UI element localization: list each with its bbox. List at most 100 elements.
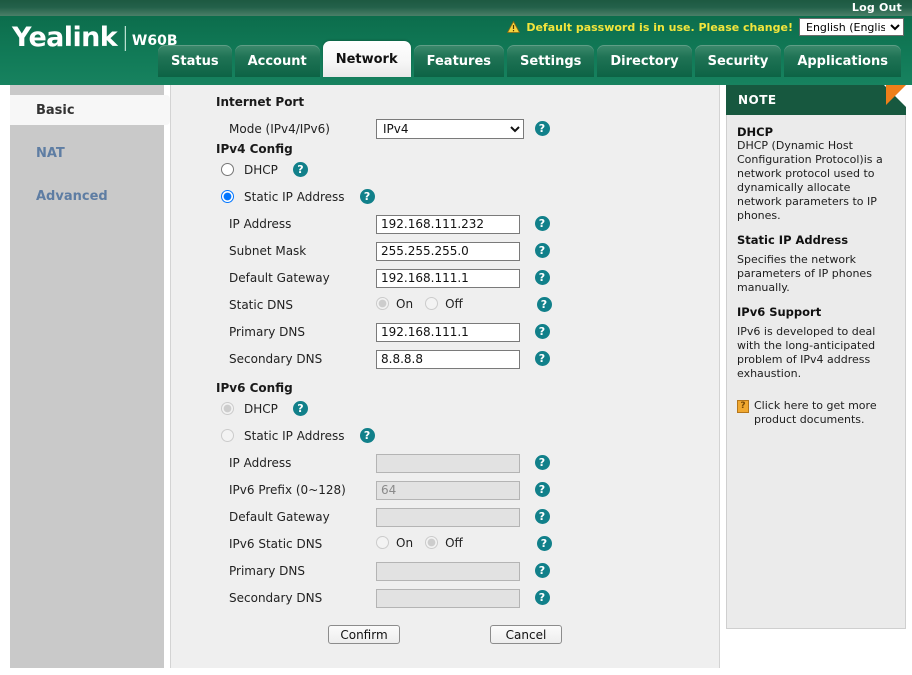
ipv4-secondary-dns-label: Secondary DNS	[171, 352, 376, 366]
ipv4-dhcp-row: DHCP ?	[171, 156, 719, 183]
warning-triangle-icon	[507, 21, 520, 33]
sidebar-item-advanced[interactable]: Advanced	[10, 181, 164, 211]
ipv4-default-gateway-input[interactable]	[376, 269, 520, 288]
help-icon[interactable]: ?	[535, 324, 550, 339]
help-icon[interactable]: ?	[293, 162, 308, 177]
note-text-static-ip: Specifies the network parameters of IP p…	[737, 253, 895, 295]
note-body: DHCP DHCP (Dynamic Host Configuration Pr…	[726, 115, 906, 629]
ipv4-dhcp-radio[interactable]	[221, 163, 234, 176]
ipv6-ip-address-input[interactable]	[376, 454, 520, 473]
sidebar-item-basic[interactable]: Basic	[10, 95, 170, 125]
ipv4-static-radio[interactable]	[221, 190, 234, 203]
body-area: Basic NAT Advanced Internet Port Mode (I…	[0, 85, 912, 675]
help-icon[interactable]: ?	[535, 590, 550, 605]
help-icon[interactable]: ?	[537, 297, 552, 312]
ipv6-dhcp-row: DHCP ?	[171, 395, 719, 422]
help-icon[interactable]: ?	[535, 509, 550, 524]
ipv6-dhcp-radio[interactable]	[221, 402, 234, 415]
sidebar-item-label: Basic	[36, 103, 75, 118]
tab-network[interactable]: Network	[323, 41, 411, 77]
brand-logo: Yealink|W60B	[12, 22, 178, 56]
sidebar: Basic NAT Advanced	[10, 85, 164, 668]
tab-features[interactable]: Features	[414, 45, 504, 77]
ipv4-subnet-mask-input[interactable]	[376, 242, 520, 261]
sidebar-item-nat[interactable]: NAT	[10, 138, 164, 168]
section-title-internet-port: Internet Port	[171, 95, 719, 109]
help-icon[interactable]: ?	[360, 189, 375, 204]
tab-settings[interactable]: Settings	[507, 45, 594, 77]
field-row-ipv6-static-dns: IPv6 Static DNS On Off ?	[171, 530, 719, 557]
note-text-dhcp: DHCP (Dynamic Host Configuration Protoco…	[737, 139, 895, 223]
field-row-ipv6-default-gateway: Default Gateway ?	[171, 503, 719, 530]
help-icon[interactable]: ?	[535, 270, 550, 285]
field-row-ipv6-ip-address: IP Address ?	[171, 449, 719, 476]
help-icon[interactable]: ?	[360, 428, 375, 443]
ipv4-primary-dns-label: Primary DNS	[171, 325, 376, 339]
ipv6-primary-dns-input[interactable]	[376, 562, 520, 581]
ipv6-static-radio[interactable]	[221, 429, 234, 442]
tab-applications[interactable]: Applications	[784, 45, 901, 77]
section-title-ipv4-config: IPv4 Config	[171, 142, 719, 156]
ipv4-static-dns-label: Static DNS	[171, 298, 376, 312]
field-row-ipv4-subnet-mask: Subnet Mask ?	[171, 237, 719, 264]
ipv6-secondary-dns-input[interactable]	[376, 589, 520, 608]
help-icon[interactable]: ?	[535, 482, 550, 497]
confirm-button[interactable]: Confirm	[328, 625, 400, 644]
tab-account[interactable]: Account	[235, 45, 320, 77]
help-icon[interactable]: ?	[535, 243, 550, 258]
ipv4-ip-address-input[interactable]	[376, 215, 520, 234]
product-documents-link[interactable]: ? Click here to get more product documen…	[737, 399, 895, 427]
mode-select[interactable]: IPv4	[376, 119, 524, 139]
note-heading-ipv6-support: IPv6 Support	[737, 305, 895, 319]
field-row-ipv4-secondary-dns: Secondary DNS ?	[171, 345, 719, 372]
field-row-ipv4-static-dns: Static DNS On Off ?	[171, 291, 719, 318]
warning-text: Default password is in use. Please chang…	[526, 21, 793, 34]
ipv4-primary-dns-input[interactable]	[376, 323, 520, 342]
ipv4-secondary-dns-input[interactable]	[376, 350, 520, 369]
ipv6-prefix-label: IPv6 Prefix (0~128)	[171, 483, 376, 497]
ipv6-static-dns-on-radio[interactable]	[376, 536, 389, 549]
note-header-label: NOTE	[738, 93, 777, 107]
ipv6-secondary-dns-label: Secondary DNS	[171, 591, 376, 605]
field-row-ipv4-default-gateway: Default Gateway ?	[171, 264, 719, 291]
tab-status[interactable]: Status	[158, 45, 232, 77]
help-icon[interactable]: ?	[535, 216, 550, 231]
network-basic-form: Internet Port Mode (IPv4/IPv6) IPv4 ? IP…	[170, 85, 720, 668]
help-icon[interactable]: ?	[535, 455, 550, 470]
help-icon[interactable]: ?	[535, 563, 550, 578]
ipv4-static-dns-off-radio[interactable]	[425, 297, 438, 310]
ipv4-static-dns-on-label: On	[396, 297, 413, 311]
ipv6-static-dns-off-radio[interactable]	[425, 536, 438, 549]
yealink-web-ui: Log Out Yealink|W60B Default password is…	[0, 0, 912, 675]
main-tab-bar: Status Account Network Features Settings…	[158, 45, 901, 85]
ipv4-static-dns-on-radio[interactable]	[376, 297, 389, 310]
form-button-row: Confirm Cancel	[171, 611, 719, 644]
ipv4-dhcp-label: DHCP	[244, 163, 278, 177]
brand-divider: |	[121, 22, 129, 52]
ipv4-default-gateway-label: Default Gateway	[171, 271, 376, 285]
note-heading-static-ip: Static IP Address	[737, 233, 895, 247]
warning-row: Default password is in use. Please chang…	[507, 18, 904, 36]
language-select[interactable]: English (English)	[799, 18, 904, 36]
note-text-ipv6-support: IPv6 is developed to deal with the long-…	[737, 325, 895, 381]
help-icon[interactable]: ?	[535, 121, 550, 136]
field-row-ipv6-primary-dns: Primary DNS ?	[171, 557, 719, 584]
note-header: NOTE	[726, 85, 906, 115]
ipv6-ip-address-label: IP Address	[171, 456, 376, 470]
help-icon[interactable]: ?	[537, 536, 552, 551]
help-icon[interactable]: ?	[293, 401, 308, 416]
help-icon[interactable]: ?	[535, 351, 550, 366]
cancel-button[interactable]: Cancel	[490, 625, 562, 644]
note-heading-dhcp: DHCP	[737, 125, 895, 139]
ipv4-subnet-mask-label: Subnet Mask	[171, 244, 376, 258]
logout-link[interactable]: Log Out	[852, 0, 902, 15]
ipv6-default-gateway-input[interactable]	[376, 508, 520, 527]
field-row-ipv6-secondary-dns: Secondary DNS ?	[171, 584, 719, 611]
field-row-ipv6-prefix: IPv6 Prefix (0~128) ?	[171, 476, 719, 503]
sidebar-item-label: NAT	[36, 146, 65, 161]
ipv6-static-dns-on-label: On	[396, 536, 413, 550]
ipv6-static-label: Static IP Address	[244, 429, 345, 443]
tab-security[interactable]: Security	[695, 45, 782, 77]
tab-directory[interactable]: Directory	[597, 45, 691, 77]
ipv6-prefix-input[interactable]	[376, 481, 520, 500]
